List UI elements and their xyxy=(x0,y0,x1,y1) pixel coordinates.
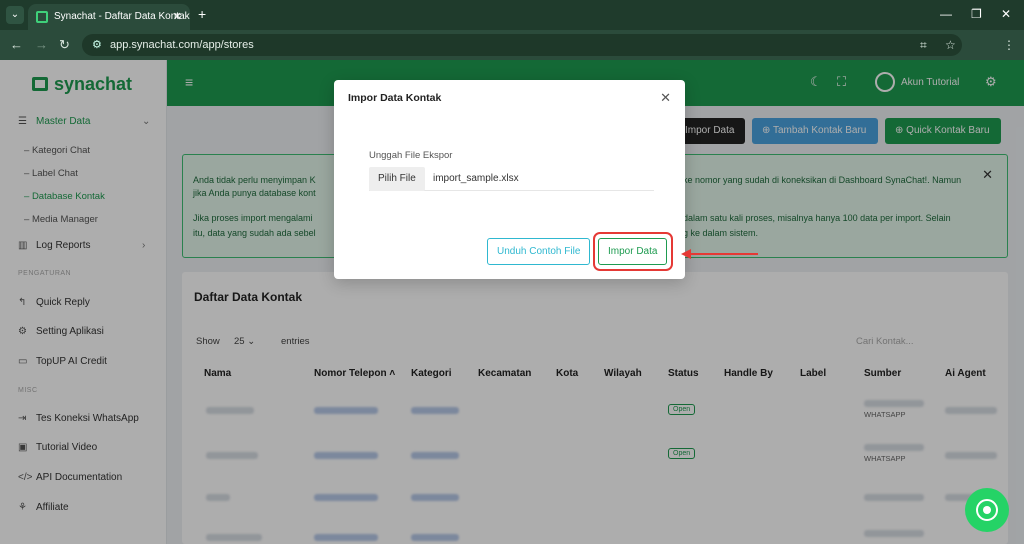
close-icon[interactable]: ✕ xyxy=(660,90,671,106)
arrow-line xyxy=(690,253,758,255)
browser-tab[interactable]: Synachat - Daftar Data Kontak ✕ xyxy=(28,4,190,30)
phone-icon xyxy=(983,506,991,514)
tab-title: Synachat - Daftar Data Kontak xyxy=(54,11,190,22)
browser-menu-icon[interactable]: ⋮ xyxy=(1003,38,1015,52)
translate-icon[interactable]: ⌗ xyxy=(920,38,927,53)
reload-icon[interactable]: ↻ xyxy=(59,37,70,53)
url-text: app.synachat.com/app/stores xyxy=(110,39,254,51)
new-tab-icon[interactable]: + xyxy=(198,6,206,22)
forward-icon[interactable]: → xyxy=(35,37,48,52)
bookmark-star-icon[interactable]: ☆ xyxy=(945,38,956,52)
restore-icon[interactable]: ❐ xyxy=(971,7,982,21)
back-icon[interactable]: ← xyxy=(10,37,23,52)
selected-file-name: import_sample.xlsx xyxy=(433,173,519,184)
minimize-icon[interactable]: — xyxy=(940,7,952,21)
file-input[interactable]: Pilih File import_sample.xlsx xyxy=(369,167,654,191)
file-field-label: Unggah File Ekspor xyxy=(369,150,453,161)
modal-title: Impor Data Kontak xyxy=(348,92,442,104)
synachat-favicon-icon xyxy=(36,11,48,23)
address-bar-row: ← → ↻ ⚙ app.synachat.com/app/stores ⌗ ☆ … xyxy=(0,30,1024,82)
site-info-icon[interactable]: ⚙ xyxy=(92,38,102,51)
highlight-box xyxy=(593,232,673,271)
tab-search-icon[interactable]: ⌄ xyxy=(6,6,24,24)
close-tab-icon[interactable]: ✕ xyxy=(173,10,182,23)
url-field[interactable]: ⚙ app.synachat.com/app/stores xyxy=(82,34,962,56)
choose-file-button[interactable]: Pilih File xyxy=(369,167,425,191)
download-sample-button[interactable]: Unduh Contoh File xyxy=(487,238,591,265)
close-window-icon[interactable]: ✕ xyxy=(1001,7,1011,21)
browser-tab-bar: ⌄ Synachat - Daftar Data Kontak ✕ + — ❐ … xyxy=(0,0,1024,30)
whatsapp-float-button[interactable] xyxy=(965,488,1009,532)
